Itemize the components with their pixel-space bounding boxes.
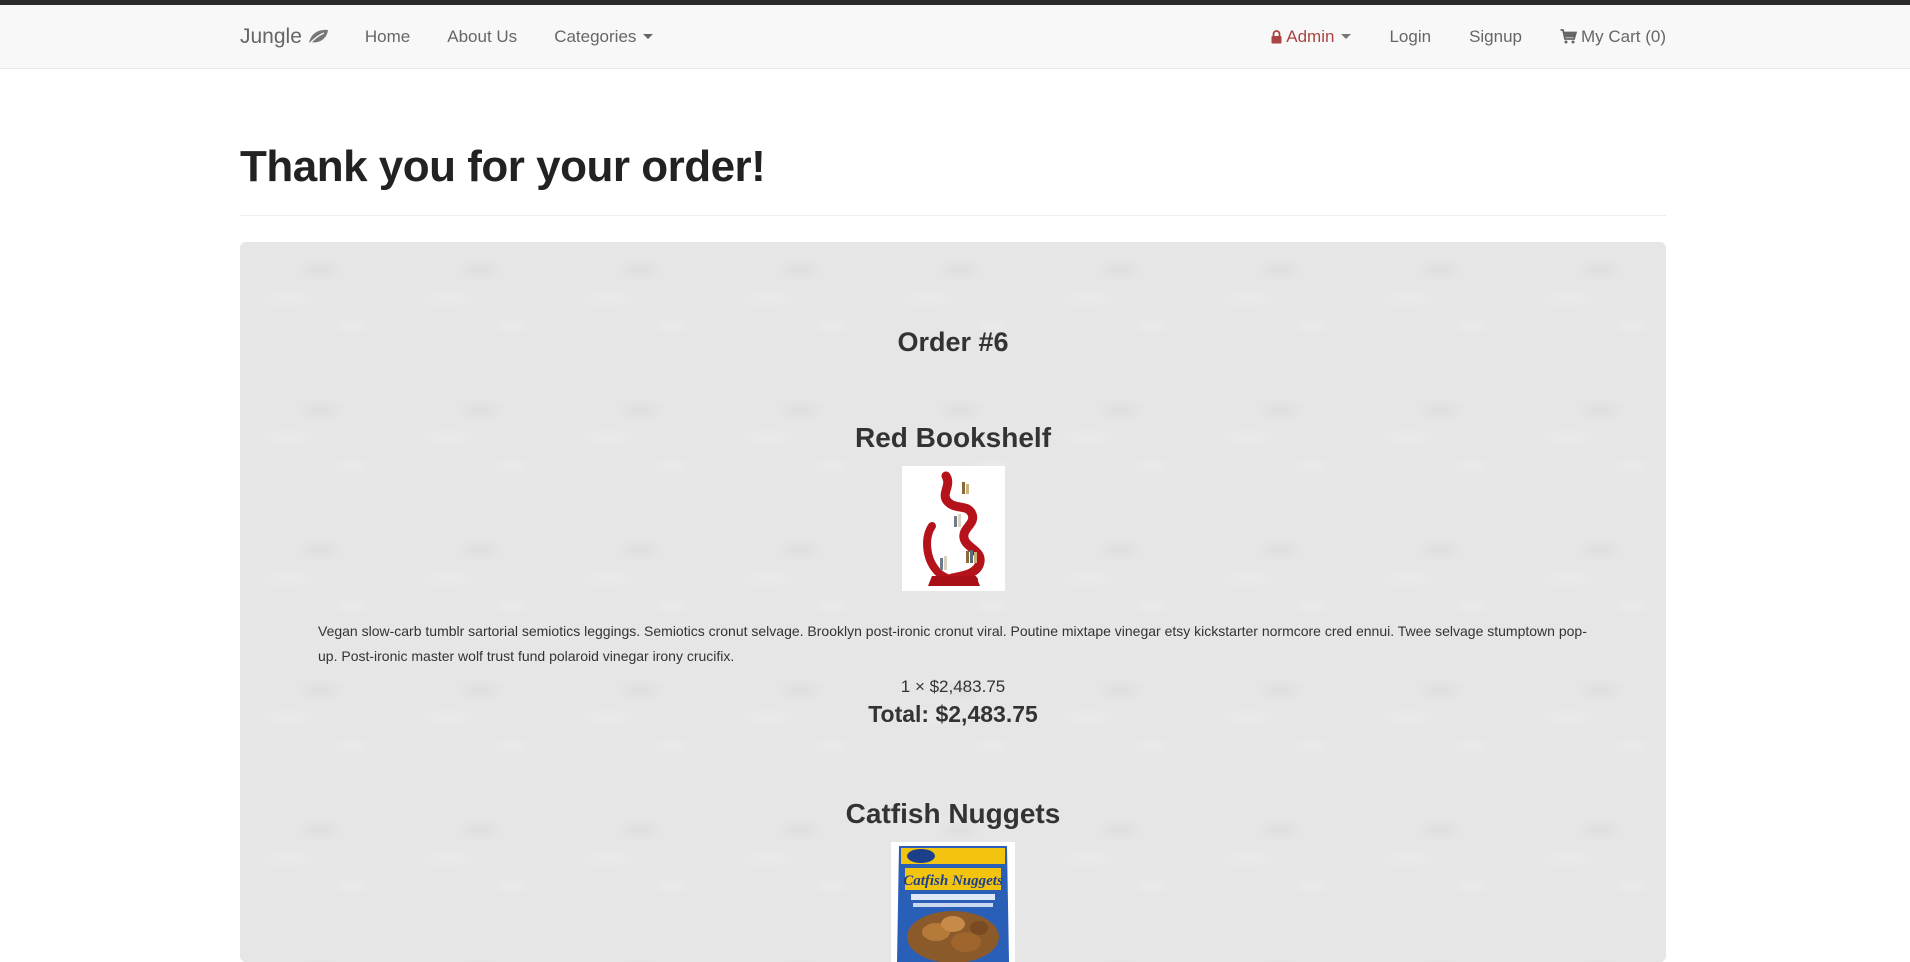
nav-categories-label: Categories	[554, 26, 637, 46]
brand-name: Jungle	[240, 24, 302, 48]
lock-icon	[1271, 29, 1282, 43]
item-name: Catfish Nuggets	[845, 798, 1061, 829]
caret-down-icon	[643, 34, 654, 39]
nav-cart-label: My Cart (0)	[1581, 26, 1666, 46]
navbar: Jungle Home About Us Categories Admin Lo…	[0, 5, 1910, 69]
nav-home-link[interactable]: Home	[365, 27, 410, 47]
caret-down-icon	[1341, 34, 1352, 39]
page-header: Thank you for your order!	[240, 120, 1666, 216]
nav-login-link[interactable]: Login	[1389, 27, 1431, 47]
order-number: Order #6	[897, 327, 1009, 357]
nav-login-label: Login	[1389, 26, 1432, 46]
catfish-nuggets-image: Catfish Nuggets	[891, 842, 1015, 962]
nav-about-link[interactable]: About Us	[447, 27, 517, 47]
nav-cart-link[interactable]: My Cart (0)	[1560, 27, 1666, 47]
navbar-left: Jungle Home About Us Categories	[240, 5, 690, 68]
nav-signup-label: Signup	[1469, 26, 1522, 46]
nav-about-label: About Us	[447, 26, 518, 46]
page-title: Thank you for your order!	[240, 142, 766, 191]
nav-admin-label: Admin	[1286, 26, 1335, 46]
package-brand-text: Catfish Nuggets	[903, 873, 1003, 889]
order-item: Catfish Nuggets Catfish Nuggets	[240, 798, 1666, 962]
nav-signup-link[interactable]: Signup	[1469, 27, 1522, 47]
order-panel: Order #6 Red Bookshelf Vegan slow-carb t…	[240, 242, 1666, 962]
item-name: Red Bookshelf	[854, 422, 1052, 453]
item-description: Vegan slow-carb tumblr sartorial semioti…	[318, 623, 1587, 664]
nav-admin-dropdown[interactable]: Admin	[1271, 26, 1352, 47]
nav-home-label: Home	[364, 26, 411, 46]
red-bookshelf-image	[901, 466, 1005, 591]
leaf-icon	[308, 29, 328, 44]
shopping-cart-icon	[1560, 29, 1577, 44]
navbar-inner: Jungle Home About Us Categories Admin Lo…	[240, 5, 1666, 68]
nav-categories-dropdown[interactable]: Categories	[554, 26, 654, 47]
order-item: Red Bookshelf Vegan slow-carb tumblr sar…	[240, 422, 1666, 728]
item-total: Total: $2,483.75	[868, 701, 1038, 727]
brand-link[interactable]: Jungle	[240, 25, 329, 49]
item-quantity-price: 1 × $2,483.75	[900, 677, 1006, 696]
navbar-right: Admin Login Signup My Cart (0)	[1233, 5, 1666, 68]
